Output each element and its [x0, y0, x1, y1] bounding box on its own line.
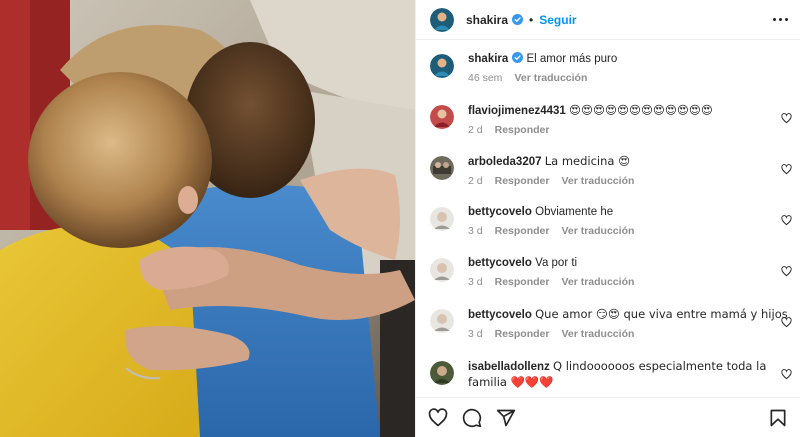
bookmark-icon[interactable]: [768, 408, 788, 428]
comments-list[interactable]: shakira El amor más puro 46 sem Ver trad…: [416, 41, 800, 396]
caption-text: shakira El amor más puro: [468, 52, 788, 67]
comment-item: bettycovelo Que amor 😏😍 que viva entre m…: [416, 307, 800, 340]
post-header: shakira • Seguir: [416, 0, 800, 40]
comment-text: La medicina 😍: [544, 154, 631, 168]
avatar[interactable]: [430, 7, 454, 32]
avatar[interactable]: [430, 309, 454, 333]
heart-icon[interactable]: [781, 369, 792, 380]
heart-icon[interactable]: [781, 215, 792, 226]
avatar[interactable]: [430, 361, 454, 385]
comment-text: 😍😍😍😍😍😍😍😍😍😍😍😍: [569, 103, 713, 117]
comment-time[interactable]: 3 d: [468, 225, 483, 237]
comment-username[interactable]: arboleda3207: [468, 156, 542, 168]
caption: shakira El amor más puro 46 sem Ver trad…: [416, 52, 800, 84]
translate-button[interactable]: Ver traducción: [514, 72, 587, 84]
heart-icon[interactable]: [781, 113, 792, 124]
translate-button[interactable]: Ver traducción: [561, 175, 634, 187]
comment-username[interactable]: bettycovelo: [468, 206, 532, 218]
reply-button[interactable]: Responder: [495, 225, 550, 237]
hug-photo-image: [0, 0, 415, 437]
comment-time[interactable]: 3 d: [468, 276, 483, 288]
translate-button[interactable]: Ver traducción: [561, 225, 634, 237]
author-username[interactable]: shakira: [466, 13, 508, 27]
caption-time[interactable]: 46 sem: [468, 72, 502, 84]
comment-item: flaviojimenez4431 😍😍😍😍😍😍😍😍😍😍😍😍 2 d Respo…: [416, 103, 800, 136]
avatar[interactable]: [430, 54, 454, 78]
comment-username[interactable]: isabelladollenz: [468, 361, 550, 373]
reply-button[interactable]: Responder: [495, 124, 550, 136]
post-details-panel: shakira • Seguir shakira El amor más pur…: [415, 0, 800, 437]
avatar[interactable]: [430, 207, 454, 231]
comment-item: bettycovelo Obviamente he 3 d Responder …: [416, 205, 800, 237]
comment-item: bettycovelo Va por ti 3 d Responder Ver …: [416, 256, 800, 288]
comment-item: isabelladollenz Q lindoooooos especialme…: [416, 359, 800, 391]
comment-text: Obviamente he: [535, 206, 614, 218]
comment-username[interactable]: flaviojimenez4431: [468, 105, 566, 117]
heart-icon[interactable]: [781, 164, 792, 175]
caption-username[interactable]: shakira: [468, 53, 508, 65]
caption-body: El amor más puro: [526, 53, 618, 65]
comment-username[interactable]: bettycovelo: [468, 309, 532, 321]
comment-text: Va por ti: [535, 257, 578, 269]
comment-time[interactable]: 3 d: [468, 328, 483, 340]
follow-button[interactable]: Seguir: [539, 13, 576, 27]
reply-button[interactable]: Responder: [495, 175, 550, 187]
reply-button[interactable]: Responder: [495, 276, 550, 288]
heart-icon[interactable]: [781, 317, 792, 328]
heart-icon[interactable]: [428, 407, 448, 428]
action-bar: [416, 397, 800, 437]
share-icon[interactable]: [496, 408, 516, 428]
comment-time[interactable]: 2 d: [468, 124, 483, 136]
heart-icon[interactable]: [781, 266, 792, 277]
post-photo[interactable]: [0, 0, 415, 437]
separator-dot: •: [529, 12, 534, 27]
more-options-icon[interactable]: [773, 14, 788, 25]
caption-meta: 46 sem Ver traducción: [468, 72, 788, 84]
translate-button[interactable]: Ver traducción: [561, 276, 634, 288]
reply-button[interactable]: Responder: [495, 328, 550, 340]
comment-username[interactable]: bettycovelo: [468, 257, 532, 269]
comment-item: arboleda3207 La medicina 😍 2 d Responder…: [416, 154, 800, 187]
avatar[interactable]: [430, 156, 454, 180]
comment-icon[interactable]: [462, 408, 482, 428]
translate-button[interactable]: Ver traducción: [561, 328, 634, 340]
comment-time[interactable]: 2 d: [468, 175, 483, 187]
verified-badge-icon: [512, 52, 524, 63]
comment-text: Que amor 😏😍 que viva entre mamá y hijos: [535, 307, 788, 321]
verified-badge-icon: [512, 14, 524, 25]
avatar[interactable]: [430, 105, 454, 129]
avatar[interactable]: [430, 258, 454, 282]
